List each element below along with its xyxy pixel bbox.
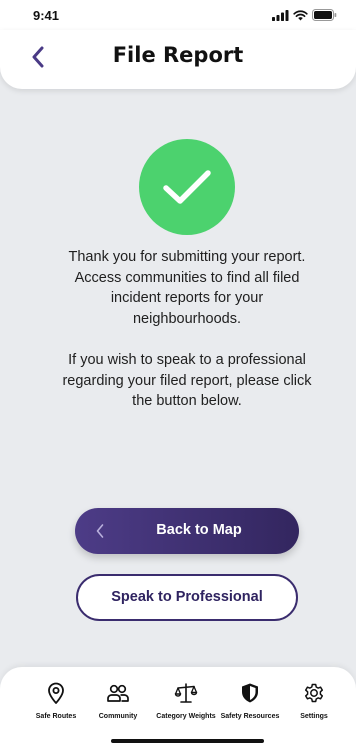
tab-category-weights[interactable]: Category Weights bbox=[154, 681, 218, 737]
professional-help-message: If you wish to speak to a professional r… bbox=[62, 352, 312, 409]
back-to-map-button[interactable]: Back to Map bbox=[75, 508, 299, 554]
battery-icon bbox=[312, 9, 337, 21]
wifi-icon bbox=[293, 9, 308, 20]
status-icons bbox=[272, 9, 337, 21]
status-bar: 9:41 bbox=[0, 0, 356, 30]
signal-icon bbox=[272, 9, 289, 21]
status-time: 9:41 bbox=[33, 8, 60, 23]
tab-label: Settings bbox=[300, 713, 328, 720]
back-to-map-label: Back to Map bbox=[156, 522, 242, 538]
users-icon bbox=[107, 684, 129, 702]
checkmark-icon bbox=[163, 170, 211, 204]
tab-label: Safe Routes bbox=[35, 713, 77, 720]
page-title: File Report bbox=[112, 43, 244, 67]
tab-label: Safety Resources bbox=[220, 713, 280, 720]
tab-safety-resources[interactable]: Safety Resources bbox=[218, 681, 282, 737]
home-indicator bbox=[111, 739, 264, 743]
tab-safe-routes[interactable]: Safe Routes bbox=[24, 681, 88, 737]
speak-to-professional-button[interactable]: Speak to Professional bbox=[76, 574, 298, 621]
tab-settings[interactable]: Settings bbox=[282, 681, 346, 737]
tab-label: Community bbox=[98, 713, 138, 720]
gear-icon bbox=[304, 683, 324, 703]
success-badge bbox=[139, 139, 235, 235]
tab-community[interactable]: Community bbox=[86, 681, 150, 737]
tab-label: Category Weights bbox=[156, 713, 216, 720]
shield-icon bbox=[242, 683, 258, 703]
location-pin-icon bbox=[48, 682, 64, 704]
scale-icon bbox=[174, 683, 198, 703]
header: File Report bbox=[0, 30, 356, 89]
speak-to-professional-label: Speak to Professional bbox=[111, 589, 263, 605]
confirmation-message: Thank you for submitting your report. Ac… bbox=[68, 249, 306, 327]
